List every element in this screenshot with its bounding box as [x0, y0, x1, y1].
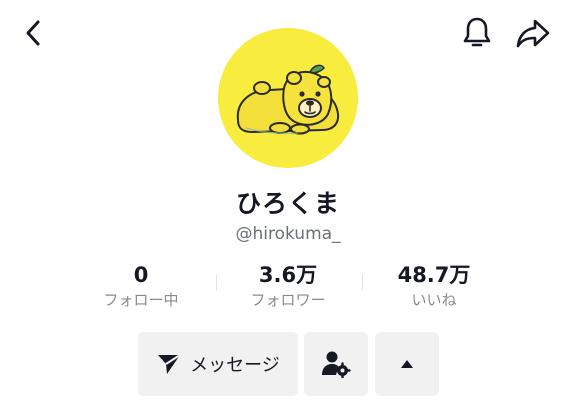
person-gear-icon: [322, 351, 351, 378]
share-arrow-icon: [516, 19, 550, 48]
likes-count: 48.7万: [397, 263, 471, 287]
avatar[interactable]: [218, 28, 358, 168]
back-button[interactable]: [14, 14, 52, 52]
message-button[interactable]: メッセージ: [138, 332, 298, 396]
stat-likes[interactable]: 48.7万 いいね: [359, 262, 509, 311]
notification-button[interactable]: [456, 12, 498, 54]
following-label: フォロー中: [103, 291, 179, 309]
send-arrow-icon: [158, 354, 181, 374]
profile-handle: @hirokuma_: [235, 224, 341, 244]
stat-followers[interactable]: 3.6万 フォロワー: [213, 262, 363, 311]
share-button[interactable]: [510, 12, 556, 54]
followers-label: フォロワー: [250, 291, 326, 309]
caret-up-icon: [401, 360, 413, 368]
likes-label: いいね: [411, 291, 457, 309]
message-label: メッセージ: [190, 355, 280, 376]
followers-count: 3.6万: [258, 263, 318, 287]
chevron-left-icon: [26, 20, 40, 46]
bell-icon: [463, 17, 491, 47]
bear-illustration: [218, 28, 358, 168]
following-count: 0: [133, 263, 149, 287]
stat-following[interactable]: 0 フォロー中: [66, 262, 216, 311]
more-options-button[interactable]: [375, 332, 439, 396]
friend-settings-button[interactable]: [304, 332, 368, 396]
profile-name: ひろくま: [235, 189, 340, 218]
